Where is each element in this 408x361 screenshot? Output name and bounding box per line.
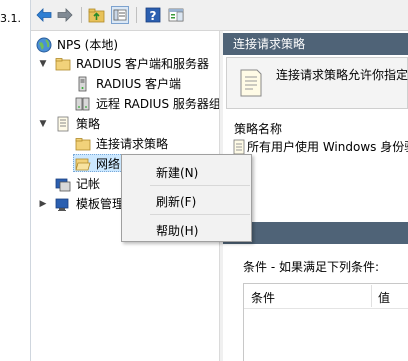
column-header-condition[interactable]: 条件 [251,289,275,306]
background-window-strip [0,0,30,361]
toolbar-separator [81,7,82,23]
column-header-value[interactable]: 值 [378,289,390,306]
server-group-icon [75,96,91,112]
info-text: 连接请求策略允许你指定 [276,68,408,82]
collapse-icon[interactable]: ▼ [38,55,48,73]
up-folder-icon[interactable] [88,6,106,24]
menu-separator [150,214,250,215]
policy-document-icon [237,68,263,101]
folder-icon [75,136,91,152]
policies-icon [55,116,71,132]
menu-separator [150,185,250,186]
menu-item-new[interactable]: 新建(N) [156,164,198,181]
toolbar-separator [136,7,137,23]
action-pane-icon[interactable] [167,6,185,24]
templates-icon [55,196,71,212]
server-icon [75,76,91,92]
menu-item-help[interactable]: 帮助(H) [156,222,198,239]
open-folder-icon [75,156,91,172]
back-arrow-icon[interactable] [35,6,53,24]
forward-arrow-icon[interactable] [56,6,74,24]
conditions-label: 条件 - 如果满足下列条件: [243,260,380,274]
policy-name-label: 策略名称 [234,122,283,136]
help-icon[interactable]: ? [144,6,162,24]
menu-item-refresh[interactable]: 刷新(F) [156,193,196,210]
details-header: 连接请求策略 [223,33,408,55]
svg-text:?: ? [150,9,157,23]
accounting-icon [55,176,71,192]
show-hide-tree-icon[interactable] [111,6,129,24]
collapse-icon[interactable]: ▼ [38,115,48,133]
toolbar: ? [31,0,408,31]
folder-icon [55,56,71,72]
context-menu: 新建(N) 刷新(F) 帮助(H) [121,154,252,242]
expand-icon[interactable]: ▶ [38,195,48,213]
column-divider[interactable] [371,285,372,307]
nps-globe-icon [36,37,52,53]
info-box [226,57,408,109]
version-fragment: 3.1. [0,12,21,25]
